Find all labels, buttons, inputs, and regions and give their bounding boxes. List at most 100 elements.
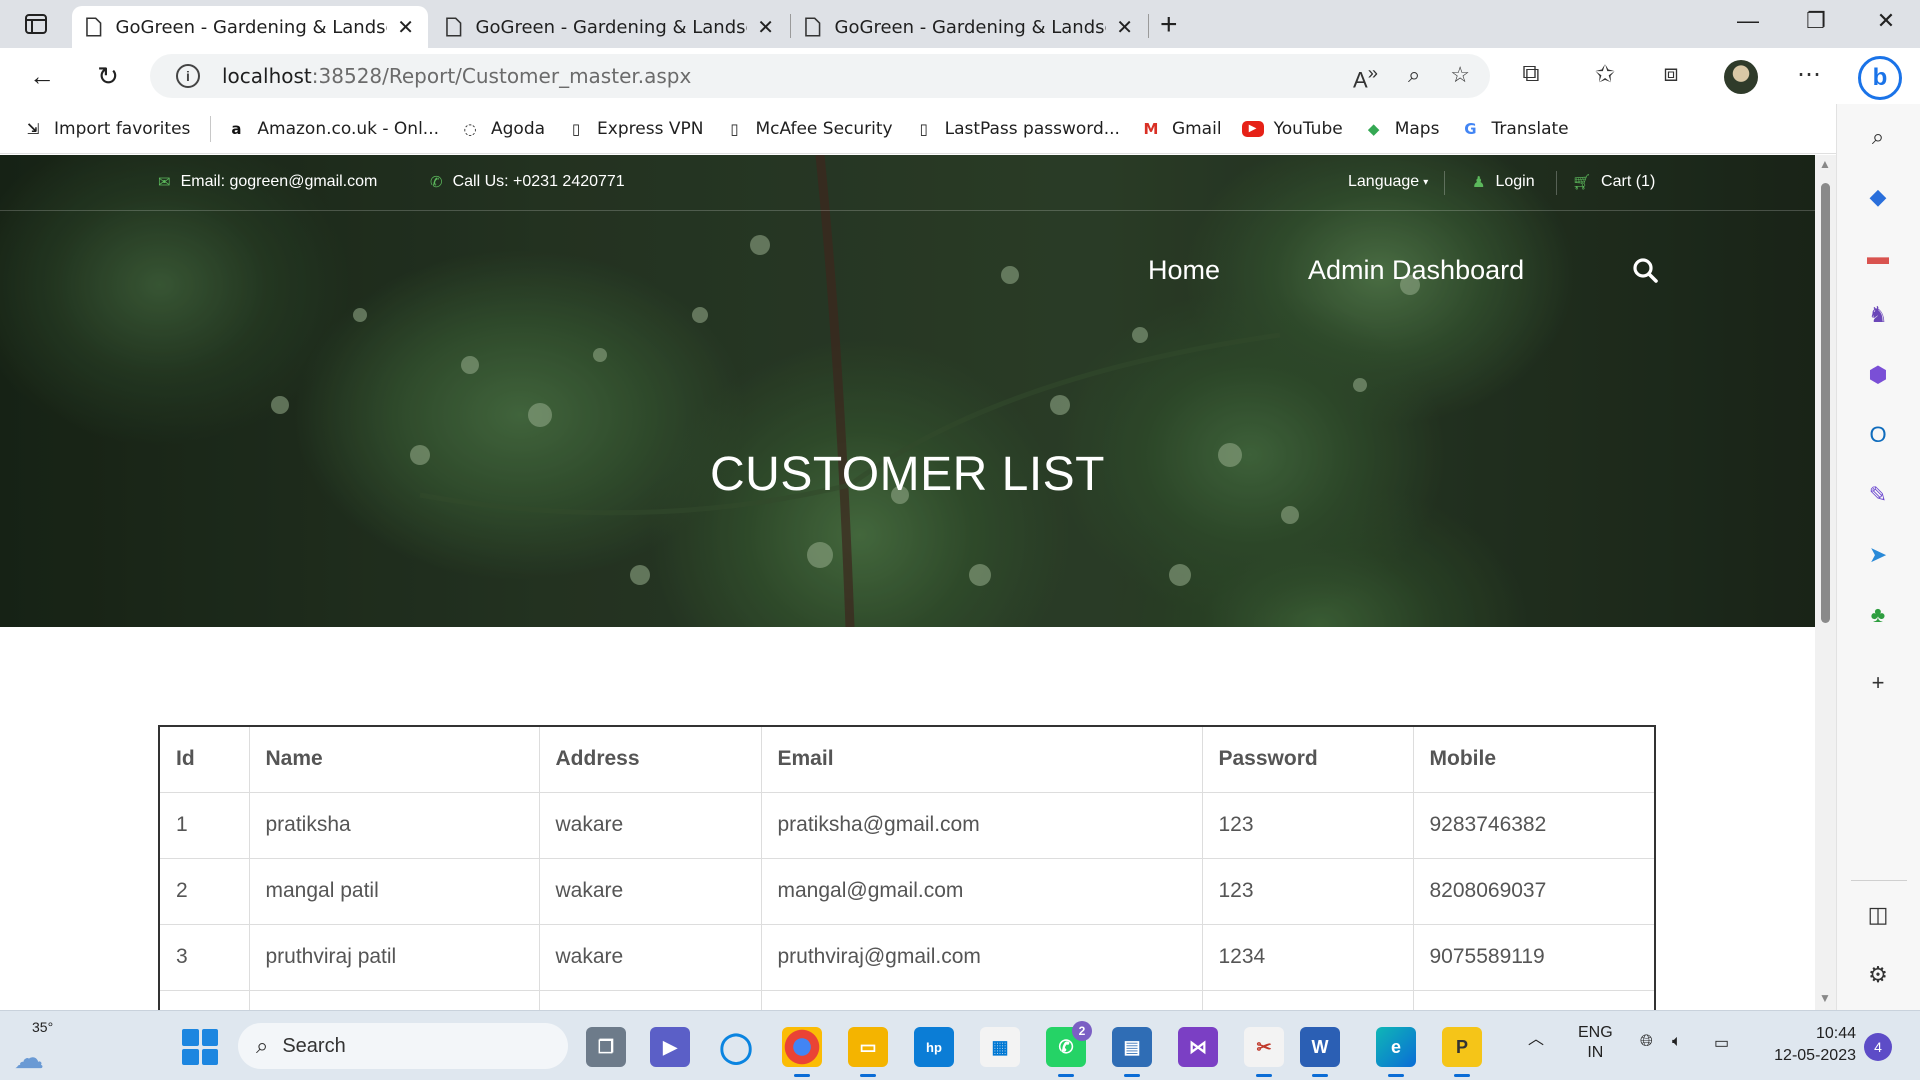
teams-chat-icon[interactable]: ▶ (650, 1027, 690, 1067)
tools-icon[interactable]: ▬ (1863, 242, 1893, 272)
cell-id: 2 (159, 857, 250, 925)
cell-name (248, 989, 540, 1010)
tab-title: GoGreen - Gardening & Landsca (115, 16, 388, 38)
bing-chat-icon[interactable]: b (1858, 56, 1902, 100)
site-info-icon[interactable]: i (176, 64, 200, 88)
fav-gmail[interactable]: M Gmail (1140, 118, 1221, 140)
cell-mobile: 8208069037 (1412, 857, 1656, 925)
browser-tab-3[interactable]: GoGreen - Gardening & Landsca ✕ (791, 6, 1147, 48)
customer-table-container: Id Name Address Email Password Mobile 1 … (158, 725, 1656, 1010)
close-tab-icon[interactable]: ✕ (1116, 15, 1133, 39)
page-icon (446, 17, 462, 37)
cortana-icon[interactable]: ◯ (716, 1027, 756, 1067)
settings-gear-icon[interactable]: ⚙ (1863, 960, 1893, 990)
search-icon[interactable] (1632, 257, 1658, 290)
page-viewport: ✉ Email: gogreen@gmail.com ✆ Call Us: +023… (0, 155, 1815, 1010)
games-icon[interactable]: ♞ (1863, 300, 1893, 330)
zoom-icon[interactable]: ⌕ (1408, 62, 1420, 93)
network-globe-icon[interactable]: 🌐︎ (1640, 1033, 1653, 1051)
windows-start-icon[interactable] (182, 1029, 218, 1065)
battery-icon[interactable]: ▭ (1714, 1033, 1729, 1053)
favorites-icon[interactable]: ✩ (1588, 60, 1622, 89)
cell-id: 3 (159, 923, 250, 991)
shopping-tag-icon[interactable]: ◆ (1863, 182, 1893, 212)
url-text[interactable]: localhost:38528/Report/Customer_master.a… (222, 64, 691, 88)
contact-phone[interactable]: ✆ Call Us: +0231 2420771 (430, 173, 625, 191)
scroll-down-icon[interactable]: ▼ (1819, 991, 1831, 1005)
minimize-icon[interactable]: — (1728, 8, 1768, 34)
send-icon[interactable]: ➤ (1863, 540, 1893, 570)
edge-icon[interactable]: e (1376, 1027, 1416, 1077)
fav-lastpass[interactable]: ▯ LastPass password... (913, 118, 1120, 140)
back-arrow-icon[interactable]: ← (22, 58, 62, 94)
split-screen-icon[interactable]: ◫ (1863, 900, 1893, 930)
fav-maps[interactable]: ◆ Maps (1363, 118, 1440, 140)
table-row: 1 pratiksha wakare pratiksha@gmail.com 1… (159, 791, 1656, 859)
postman-app-icon[interactable]: P (1442, 1027, 1482, 1077)
cell-name: mangal patil (248, 857, 540, 925)
fav-agoda[interactable]: ◌ Agoda (459, 118, 545, 140)
fav-import-favorites[interactable]: ⇲ Import favorites (22, 118, 191, 140)
cell-name: pruthviraj patil (248, 923, 540, 991)
read-aloud-icon[interactable]: A» (1353, 62, 1378, 93)
task-view-icon[interactable]: ❐ (586, 1027, 626, 1067)
more-options-icon[interactable]: ⋯ (1792, 60, 1826, 89)
cell-address: wakare (538, 857, 762, 925)
notification-center-badge[interactable]: 4 (1864, 1033, 1892, 1061)
page-scrollbar[interactable]: ▲ ▼ (1815, 155, 1836, 1010)
new-tab-button[interactable]: + (1160, 8, 1178, 42)
close-window-icon[interactable]: ✕ (1866, 8, 1906, 34)
language-indicator[interactable]: ENG IN (1578, 1023, 1613, 1063)
nav-admin-dashboard[interactable]: Admin Dashboard (1308, 255, 1524, 286)
contact-email[interactable]: ✉ Email: gogreen@gmail.com (158, 173, 377, 191)
language-dropdown[interactable]: Language ▾ (1348, 173, 1428, 191)
taskbar-search[interactable]: ⌕ Search (238, 1023, 568, 1069)
word-icon[interactable]: W (1300, 1027, 1340, 1077)
collections-icon[interactable]: ⧈ (1654, 60, 1688, 88)
myhp-icon[interactable]: hp (914, 1027, 954, 1067)
fav-youtube[interactable]: ▶ YouTube (1241, 119, 1343, 139)
login-link[interactable]: ♟ Login (1472, 173, 1535, 191)
system-clock[interactable]: 10:44 12-05-2023 (1756, 1023, 1856, 1067)
snipping-tool-icon[interactable]: ✂ (1244, 1027, 1284, 1077)
tree-icon[interactable]: ♣ (1863, 600, 1893, 630)
weather-widget[interactable]: 35° ☁ (12, 1019, 72, 1075)
show-hidden-icons-chevron[interactable]: ︿ (1528, 1025, 1544, 1049)
microsoft-365-icon[interactable]: ⬢ (1863, 360, 1893, 390)
file-explorer-icon[interactable]: ▭ (848, 1027, 888, 1077)
chrome-icon[interactable] (782, 1027, 822, 1077)
cart-link[interactable]: 🛒︎ Cart (1) (1572, 173, 1655, 191)
nav-home[interactable]: Home (1148, 255, 1220, 286)
address-bar[interactable]: i localhost:38528/Report/Customer_master… (150, 54, 1490, 98)
microsoft-store-icon[interactable]: ▦ (980, 1027, 1020, 1067)
fav-translate[interactable]: G Translate (1459, 118, 1568, 140)
add-favorite-icon[interactable]: ☆ (1450, 62, 1470, 93)
fav-amazon[interactable]: a Amazon.co.uk - Onl... (225, 118, 439, 140)
column-header: Name (248, 725, 540, 793)
fav-express-vpn[interactable]: ▯ Express VPN (565, 118, 704, 140)
cell-email: mangal@gmail.com (760, 857, 1203, 925)
scrollbar-thumb[interactable] (1821, 183, 1830, 623)
add-sidebar-app-icon[interactable]: + (1863, 668, 1893, 698)
cell-email: pruthviraj@gmail.com (760, 923, 1203, 991)
fav-mcafee[interactable]: ▯ McAfee Security (723, 118, 892, 140)
restore-icon[interactable]: ❐ (1796, 8, 1836, 34)
refresh-icon[interactable]: ↻ (88, 58, 128, 94)
whatsapp-icon[interactable]: ✆ 2 (1046, 1021, 1092, 1077)
search-icon[interactable]: ⌕ (1863, 122, 1893, 152)
designer-icon[interactable]: ✎ (1863, 480, 1893, 510)
scroll-up-icon[interactable]: ▲ (1819, 157, 1831, 171)
topbar-divider (1444, 171, 1445, 195)
close-tab-icon[interactable]: ✕ (757, 15, 774, 39)
volume-icon[interactable]: 🔈︎ (1672, 1033, 1682, 1051)
extensions-icon[interactable]: ⧉ (1514, 60, 1548, 88)
visual-studio-icon[interactable]: ⋈ (1178, 1027, 1218, 1067)
outlook-icon[interactable]: O (1863, 420, 1893, 450)
column-header: Email (760, 725, 1203, 793)
browser-tab-2[interactable]: GoGreen - Gardening & Landsca ✕ (432, 6, 788, 48)
profile-avatar[interactable] (1724, 60, 1758, 94)
calculator-app-icon[interactable]: ▤ (1112, 1027, 1152, 1077)
browser-tab-1[interactable]: GoGreen - Gardening & Landsca ✕ (72, 6, 428, 48)
close-tab-icon[interactable]: ✕ (397, 15, 414, 39)
tab-actions-icon[interactable] (18, 10, 54, 38)
